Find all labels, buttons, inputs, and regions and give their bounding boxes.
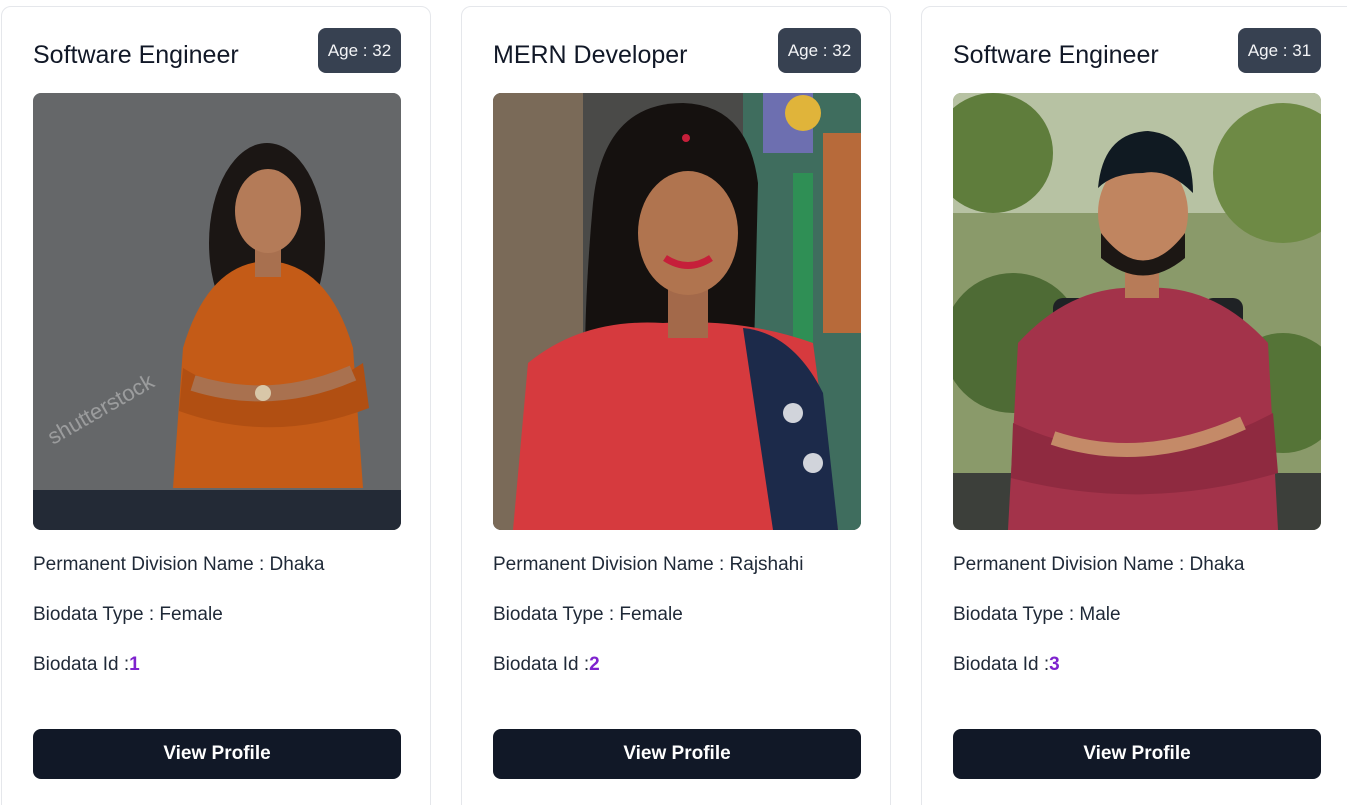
biodata-type-text: Biodata Type : Female: [33, 604, 223, 625]
age-badge: Age : 31: [1238, 28, 1321, 73]
card-title: Software Engineer: [33, 41, 239, 69]
profile-photo: [953, 93, 1321, 530]
card-title: Software Engineer: [953, 41, 1159, 69]
age-badge: Age : 32: [318, 28, 401, 73]
view-profile-button[interactable]: View Profile: [33, 729, 401, 779]
biodata-card: MERN Developer Age : 32 Permanent Divisi…: [461, 6, 891, 805]
biodata-id-label: Biodata Id :: [953, 654, 1050, 675]
division-text: Permanent Division Name : Dhaka: [953, 554, 1245, 575]
profile-photo: [493, 93, 861, 530]
biodata-id-value: 3: [1049, 654, 1060, 675]
biodata-id-value: 2: [589, 654, 600, 675]
biodata-id-text: Biodata Id :3: [953, 654, 1060, 676]
biodata-type-text: Biodata Type : Male: [953, 604, 1121, 625]
card-title: MERN Developer: [493, 41, 688, 69]
age-badge: Age : 32: [778, 28, 861, 73]
biodata-card: Software Engineer Age : 31 Permanent Div…: [921, 6, 1347, 805]
view-profile-button[interactable]: View Profile: [493, 729, 861, 779]
biodata-id-label: Biodata Id :: [493, 654, 590, 675]
biodata-id-value: 1: [129, 654, 140, 675]
view-profile-button[interactable]: View Profile: [953, 729, 1321, 779]
profile-photo-image: shutterstock: [33, 93, 401, 530]
biodata-id-text: Biodata Id :1: [33, 654, 140, 676]
division-text: Permanent Division Name : Dhaka: [33, 554, 325, 575]
biodata-type-text: Biodata Type : Female: [493, 604, 683, 625]
profile-photo: shutterstock: [33, 93, 401, 530]
biodata-id-text: Biodata Id :2: [493, 654, 600, 676]
profile-photo-image: [493, 93, 861, 530]
biodata-id-label: Biodata Id :: [33, 654, 130, 675]
biodata-card-grid: Software Engineer Age : 32 shutterstock: [0, 0, 1347, 805]
division-text: Permanent Division Name : Rajshahi: [493, 554, 804, 575]
biodata-card: Software Engineer Age : 32 shutterstock: [1, 6, 431, 805]
profile-photo-image: [953, 93, 1321, 530]
